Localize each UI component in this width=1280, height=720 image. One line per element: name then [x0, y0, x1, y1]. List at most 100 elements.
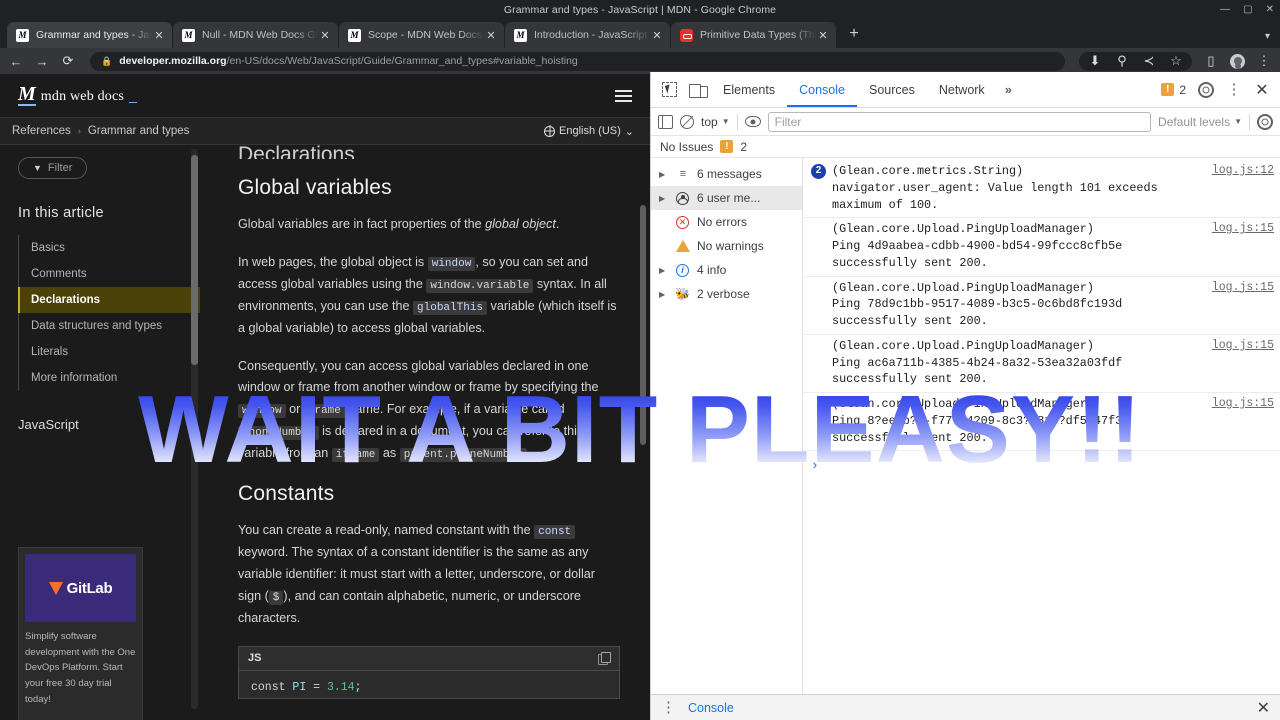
drawer-tab-console[interactable]: Console: [688, 701, 734, 715]
console-filter-warnings[interactable]: ▶ No warnings: [651, 234, 802, 258]
execution-context-select[interactable]: top ▼: [701, 115, 730, 129]
drawer-menu-icon[interactable]: ⋮: [661, 700, 676, 715]
console-message-row[interactable]: (Glean.core.Upload.PingUploadManager) Pi…: [803, 277, 1280, 335]
language-selector[interactable]: English (US) ⌄: [544, 125, 634, 138]
chrome-menu-icon[interactable]: ⋮: [1256, 53, 1272, 69]
console-settings-icon[interactable]: [1257, 113, 1273, 130]
console-message-text: (Glean.core.Upload.PingUploadManager) Pi…: [832, 222, 1123, 270]
console-message-row[interactable]: (Glean.core.Upload.PingUploadManager) Pi…: [803, 393, 1280, 452]
toc-item-more-information[interactable]: More information: [19, 365, 200, 391]
more-tabs-icon[interactable]: »: [997, 82, 1020, 97]
code-language-label: JS: [248, 652, 262, 665]
tab-console[interactable]: Console: [787, 72, 857, 107]
console-filter-errors[interactable]: ▶ ✕ No errors: [651, 210, 802, 234]
profile-avatar[interactable]: [1230, 53, 1245, 69]
toc-item-data-structures-and-types[interactable]: Data structures and types: [19, 313, 200, 339]
console-message-source-link[interactable]: log.js:15: [1212, 221, 1274, 237]
forward-arrow-icon[interactable]: →: [34, 54, 50, 69]
install-app-icon[interactable]: ⬇: [1087, 53, 1103, 69]
advertisement-card[interactable]: GitLab Simplify software development wit…: [18, 547, 143, 720]
breadcrumb-parent[interactable]: References: [12, 125, 71, 137]
expand-arrow-icon[interactable]: ▶: [659, 170, 668, 179]
console-log-list[interactable]: 2 (Glean.core.metrics.String) navigator.…: [803, 158, 1280, 694]
bookmark-star-icon[interactable]: ☆: [1168, 53, 1184, 69]
sidebar-filter-button[interactable]: ▼ Filter: [18, 157, 88, 179]
expand-arrow-icon[interactable]: ▶: [659, 194, 668, 203]
chevron-down-icon: ⌄: [624, 125, 634, 138]
article-scrollbar[interactable]: [640, 205, 646, 445]
tab-close-icon[interactable]: ✕: [318, 28, 332, 42]
search-icon[interactable]: ⚲: [1114, 53, 1130, 69]
tab-close-icon[interactable]: ✕: [152, 28, 166, 42]
article-content: Declarations Global variables Global var…: [200, 145, 650, 720]
console-message-row[interactable]: 2 (Glean.core.metrics.String) navigator.…: [803, 160, 1280, 219]
console-message-row[interactable]: (Glean.core.Upload.PingUploadManager) Pi…: [803, 218, 1280, 277]
code-window-variable: window.variable: [426, 278, 534, 293]
code-iframe: iframe: [331, 448, 380, 463]
clear-console-icon[interactable]: [680, 114, 694, 129]
back-arrow-icon[interactable]: ←: [8, 54, 24, 69]
console-sidebar-toggle-icon[interactable]: [658, 114, 673, 129]
console-message-source-link[interactable]: log.js:15: [1212, 338, 1274, 354]
console-prompt[interactable]: ›: [803, 451, 1280, 481]
inspect-element-icon[interactable]: [655, 76, 683, 104]
browser-tab-2[interactable]: M Null - MDN Web Docs Glossa ✕: [173, 22, 338, 48]
tab-elements[interactable]: Elements: [711, 72, 787, 107]
toc-item-basics[interactable]: Basics: [19, 235, 200, 261]
devtools-menu-icon[interactable]: ⋮: [1220, 76, 1248, 104]
log-levels-select[interactable]: Default levels ▼: [1158, 115, 1242, 129]
tab-title: Scope - MDN Web Docs Glos: [368, 29, 484, 41]
console-filter-user-messages[interactable]: ▶ 6 user me...: [651, 186, 802, 210]
toc-item-declarations[interactable]: Declarations: [18, 287, 200, 313]
console-filter-verbose[interactable]: ▶ 🐝 2 verbose: [651, 282, 802, 306]
tab-close-icon[interactable]: ✕: [484, 28, 498, 42]
code-globalthis: globalThis: [413, 300, 488, 315]
chevron-down-icon[interactable]: ▾: [1265, 31, 1270, 42]
toc-item-comments[interactable]: Comments: [19, 261, 200, 287]
console-filter-info[interactable]: ▶ i 4 info: [651, 258, 802, 282]
console-filter-label: 6 user me...: [697, 191, 761, 205]
browser-tab-3[interactable]: M Scope - MDN Web Docs Glos ✕: [339, 22, 504, 48]
text-run: You can create a read-only, named consta…: [238, 523, 535, 538]
tab-sources[interactable]: Sources: [857, 72, 927, 107]
console-message-source-link[interactable]: log.js:15: [1212, 396, 1274, 412]
maximize-button[interactable]: ▢: [1243, 5, 1252, 15]
new-tab-button[interactable]: +: [841, 21, 867, 47]
browser-tab-1[interactable]: M Grammar and types - JavaSc ✕: [7, 22, 172, 48]
expand-arrow-icon[interactable]: ▶: [659, 266, 668, 275]
console-message-row[interactable]: (Glean.core.Upload.PingUploadManager) Pi…: [803, 335, 1280, 393]
tab-close-icon[interactable]: ✕: [816, 28, 830, 42]
code-window-2: window: [238, 404, 286, 419]
sidebar-scrollbar[interactable]: [191, 149, 198, 709]
browser-tab-4[interactable]: M Introduction - JavaScript | M ✕: [505, 22, 670, 48]
console-message-source-link[interactable]: log.js:15: [1212, 280, 1274, 296]
emphasis-global-object: global object: [485, 217, 556, 231]
code-dollar: $: [268, 590, 284, 605]
close-window-button[interactable]: ✕: [1266, 5, 1274, 15]
drawer-close-icon[interactable]: ✕: [1257, 698, 1270, 718]
devtools-close-icon[interactable]: ✕: [1248, 76, 1276, 104]
console-filter-messages[interactable]: ▶ ≡ 6 messages: [651, 162, 802, 186]
paragraph-constants-1: You can create a read-only, named consta…: [238, 520, 620, 629]
tab-network[interactable]: Network: [927, 72, 997, 107]
browser-tab-5[interactable]: Primitive Data Types (The Ja ✕: [671, 22, 836, 48]
console-message-source-link[interactable]: log.js:12: [1212, 163, 1274, 179]
address-bar[interactable]: 🔒 developer.mozilla.org/en-US/docs/Web/J…: [90, 51, 1065, 71]
issues-badge[interactable]: ! 2: [1161, 83, 1192, 97]
device-toolbar-icon[interactable]: [683, 76, 711, 104]
side-panel-icon[interactable]: ▯: [1203, 53, 1219, 69]
toc-item-literals[interactable]: Literals: [19, 339, 200, 365]
live-expression-icon[interactable]: [744, 116, 761, 127]
hamburger-menu-icon[interactable]: [615, 89, 632, 102]
tab-close-icon[interactable]: ✕: [650, 28, 664, 42]
share-icon[interactable]: ≺: [1141, 53, 1157, 69]
mdn-logo[interactable]: M mdn web docs _: [18, 84, 137, 106]
page-viewport: M mdn web docs _ References › Grammar an…: [0, 74, 650, 720]
devtools-settings-icon[interactable]: [1192, 76, 1220, 104]
copy-icon[interactable]: [598, 651, 611, 665]
expand-arrow-icon[interactable]: ▶: [659, 290, 668, 299]
reload-icon[interactable]: ⟳: [60, 53, 76, 69]
minimize-button[interactable]: —: [1220, 5, 1230, 15]
tab-title: Primitive Data Types (The Ja: [700, 29, 816, 41]
console-filter-input[interactable]: [767, 111, 1152, 132]
